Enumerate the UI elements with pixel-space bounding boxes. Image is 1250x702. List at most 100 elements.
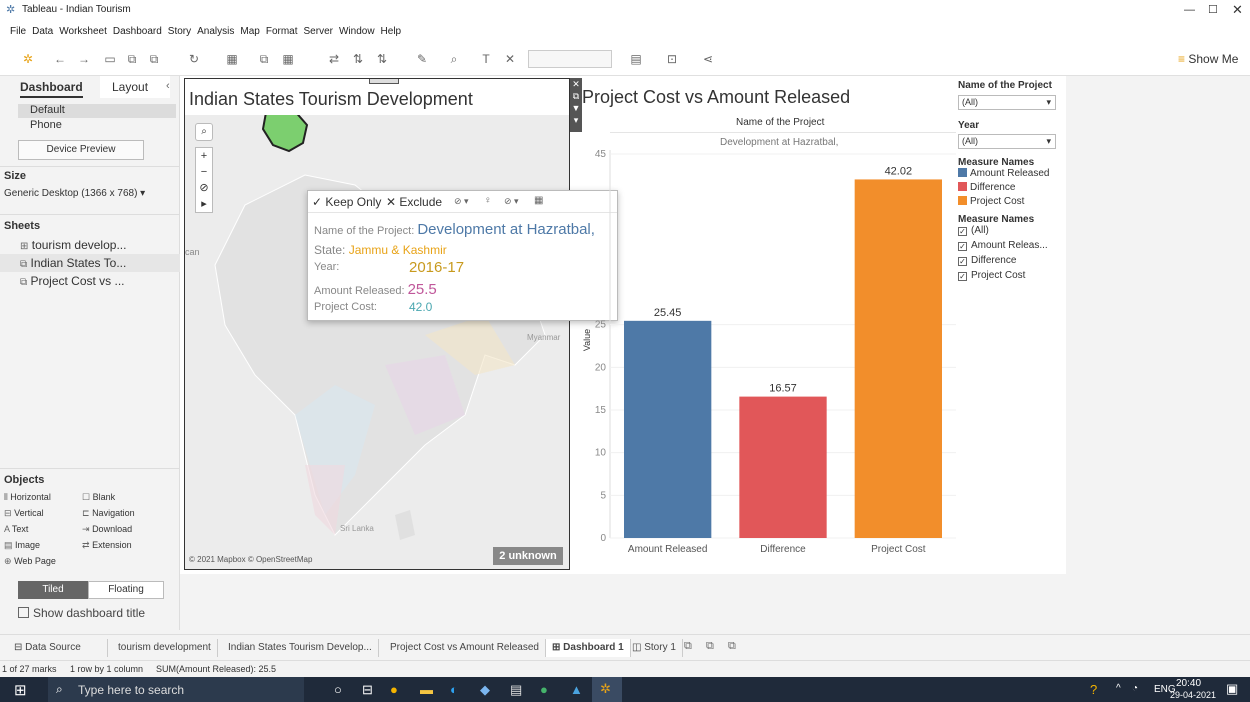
measure-checkbox[interactable]: ✓ Difference <box>958 255 1066 270</box>
chrome-icon[interactable]: ● <box>390 682 398 697</box>
tiled-button[interactable]: Tiled <box>18 581 88 599</box>
floating-button[interactable]: Floating <box>88 581 164 599</box>
cortana-icon[interactable]: ○ <box>334 682 342 697</box>
sheet-item[interactable]: ⧉ Indian States To... <box>0 254 180 272</box>
collapse-icon[interactable]: ‹ <box>166 80 170 92</box>
keep-only-button[interactable]: ✓ Keep Only <box>312 195 381 209</box>
zoom-in-icon[interactable]: + <box>196 148 212 164</box>
object-item[interactable]: A Text <box>4 524 82 540</box>
edge-icon[interactable]: ◐ <box>450 682 458 697</box>
new-dashboard-icon[interactable]: ⧉ <box>706 640 714 653</box>
object-item[interactable]: ⊕ Web Page <box>4 556 82 572</box>
bar-project-cost[interactable] <box>854 179 942 539</box>
tableau-icon[interactable]: ✲ <box>20 51 36 67</box>
menu-item-analysis[interactable]: Analysis <box>197 26 234 37</box>
object-item[interactable]: ⊟ Vertical <box>4 508 82 524</box>
tray-chevron-icon[interactable]: ^ <box>1116 683 1121 694</box>
object-item[interactable]: ▤ Image <box>4 540 82 556</box>
presentation-icon[interactable]: ⊡ <box>664 51 680 67</box>
swap-icon[interactable]: ⇄ <box>326 51 342 67</box>
set-icon[interactable]: ⊘ ▾ <box>504 196 519 207</box>
device-default[interactable]: Default <box>18 104 176 118</box>
new-sheet-icon[interactable]: ▦ <box>224 51 240 67</box>
windows-start-icon[interactable]: ⊞ <box>14 681 27 699</box>
menu-item-map[interactable]: Map <box>240 26 259 37</box>
fix-axes-icon[interactable]: ✕ <box>502 51 518 67</box>
expand-icon[interactable]: ▸ <box>196 196 212 212</box>
tableau-taskbar-button[interactable]: ✲ <box>592 677 622 702</box>
object-item[interactable]: ☐ Blank <box>82 492 172 508</box>
legend-item[interactable]: Project Cost <box>958 196 1066 210</box>
fit-dropdown[interactable] <box>528 50 612 68</box>
menu-item-data[interactable]: Data <box>32 26 53 37</box>
maximize-icon[interactable]: ☐ <box>1208 3 1218 16</box>
pin-icon[interactable]: ♀ <box>484 195 492 206</box>
tab-dashboard[interactable]: Dashboard <box>20 76 83 98</box>
file-explorer-icon[interactable]: ▬ <box>420 682 433 697</box>
duplicate-icon[interactable]: ⧉ <box>256 51 272 67</box>
unknown-badge[interactable]: 2 unknown <box>493 547 563 565</box>
measure-checkbox[interactable]: ✓ Amount Releas... <box>958 240 1066 255</box>
measure-checkbox[interactable]: ✓ Project Cost <box>958 270 1066 285</box>
minimize-icon[interactable]: — <box>1184 4 1195 16</box>
exclude-button[interactable]: ✕ Exclude <box>386 195 442 209</box>
jammu-kashmir-region[interactable] <box>261 105 309 153</box>
wifi-icon[interactable]: ◔ <box>1132 683 1138 694</box>
tab-project-cost[interactable]: Project Cost vs Amount Released <box>384 639 546 657</box>
group-icon[interactable]: ⊘ ▾ <box>454 196 469 207</box>
remove-icon[interactable]: ✕ <box>570 78 582 90</box>
view-data-icon[interactable]: ▦ <box>534 195 543 206</box>
measure-checkbox[interactable]: ✓ (All) <box>958 225 1066 240</box>
tab-layout[interactable]: Layout <box>100 76 170 98</box>
notification-icon[interactable]: ▣ <box>1226 681 1238 697</box>
bar-amount-released[interactable] <box>624 320 712 538</box>
app-icon[interactable]: ▤ <box>510 682 522 698</box>
legend-item[interactable]: Amount Released <box>958 168 1066 182</box>
clock-date[interactable]: 29-04-2021 <box>1170 690 1216 700</box>
tab-dashboard-1[interactable]: ⊞ Dashboard 1 <box>546 639 631 657</box>
show-me-button[interactable]: ≡ Show Me <box>1178 52 1238 66</box>
filter-project-dropdown[interactable]: (All) ▾ <box>958 95 1056 110</box>
go-to-sheet-icon[interactable]: ⧉ <box>570 90 582 102</box>
save-icon[interactable]: ▭ <box>102 51 118 67</box>
tab-data-source[interactable]: ⊟ Data Source <box>8 639 108 657</box>
filter-icon[interactable]: ▼ <box>570 102 582 114</box>
group-icon[interactable]: ⌕ <box>446 51 462 67</box>
bar-difference[interactable] <box>739 396 827 538</box>
more-options-icon[interactable]: ▾ <box>570 114 582 126</box>
sort-asc-icon[interactable]: ⇅ <box>350 51 366 67</box>
map-search-icon[interactable]: ⌕ <box>195 123 213 141</box>
tab-story-1[interactable]: ◫ Story 1 <box>626 639 683 657</box>
lasso-icon[interactable]: ⊘ <box>196 180 212 196</box>
share-icon[interactable]: ⋖ <box>700 51 716 67</box>
whatsapp-icon[interactable]: ● <box>540 682 548 697</box>
size-dropdown[interactable]: Generic Desktop (1366 x 768) ▾ <box>4 188 145 199</box>
object-item[interactable]: ⇄ Extension <box>82 540 172 556</box>
sort-desc-icon[interactable]: ⇅ <box>374 51 390 67</box>
new-worksheet-icon[interactable]: ⧉ <box>684 640 692 653</box>
menu-item-window[interactable]: Window <box>339 26 375 37</box>
taskbar-search-box[interactable]: ⌕ Type here to search <box>48 677 304 702</box>
task-view-icon[interactable]: ⊟ <box>362 682 373 698</box>
clear-icon[interactable]: ▦ <box>280 51 296 67</box>
drag-handle[interactable] <box>369 79 399 84</box>
menu-item-dashboard[interactable]: Dashboard <box>113 26 162 37</box>
menu-item-file[interactable]: File <box>10 26 26 37</box>
back-icon[interactable]: ← <box>52 51 68 67</box>
menu-item-worksheet[interactable]: Worksheet <box>59 26 107 37</box>
photos-icon[interactable]: ▲ <box>570 682 583 697</box>
label-icon[interactable]: T <box>478 51 494 67</box>
help-icon[interactable]: ? <box>1090 682 1097 697</box>
tab-tourism-development[interactable]: tourism development <box>112 639 218 657</box>
legend-item[interactable]: Difference <box>958 182 1066 196</box>
show-cards-icon[interactable]: ▤ <box>628 51 644 67</box>
sheet-item[interactable]: ⧉ Project Cost vs ... <box>0 272 180 290</box>
tab-indian-states[interactable]: Indian States Tourism Develop... <box>222 639 379 657</box>
filter-year-dropdown[interactable]: (All) ▾ <box>958 134 1056 149</box>
pause-icon[interactable]: ⧉ <box>146 51 162 67</box>
device-phone[interactable]: Phone <box>30 119 62 131</box>
menu-item-help[interactable]: Help <box>381 26 402 37</box>
menu-item-format[interactable]: Format <box>266 26 298 37</box>
object-item[interactable]: ⊏ Navigation <box>82 508 172 524</box>
sheet-item[interactable]: ⊞ tourism develop... <box>0 236 180 254</box>
